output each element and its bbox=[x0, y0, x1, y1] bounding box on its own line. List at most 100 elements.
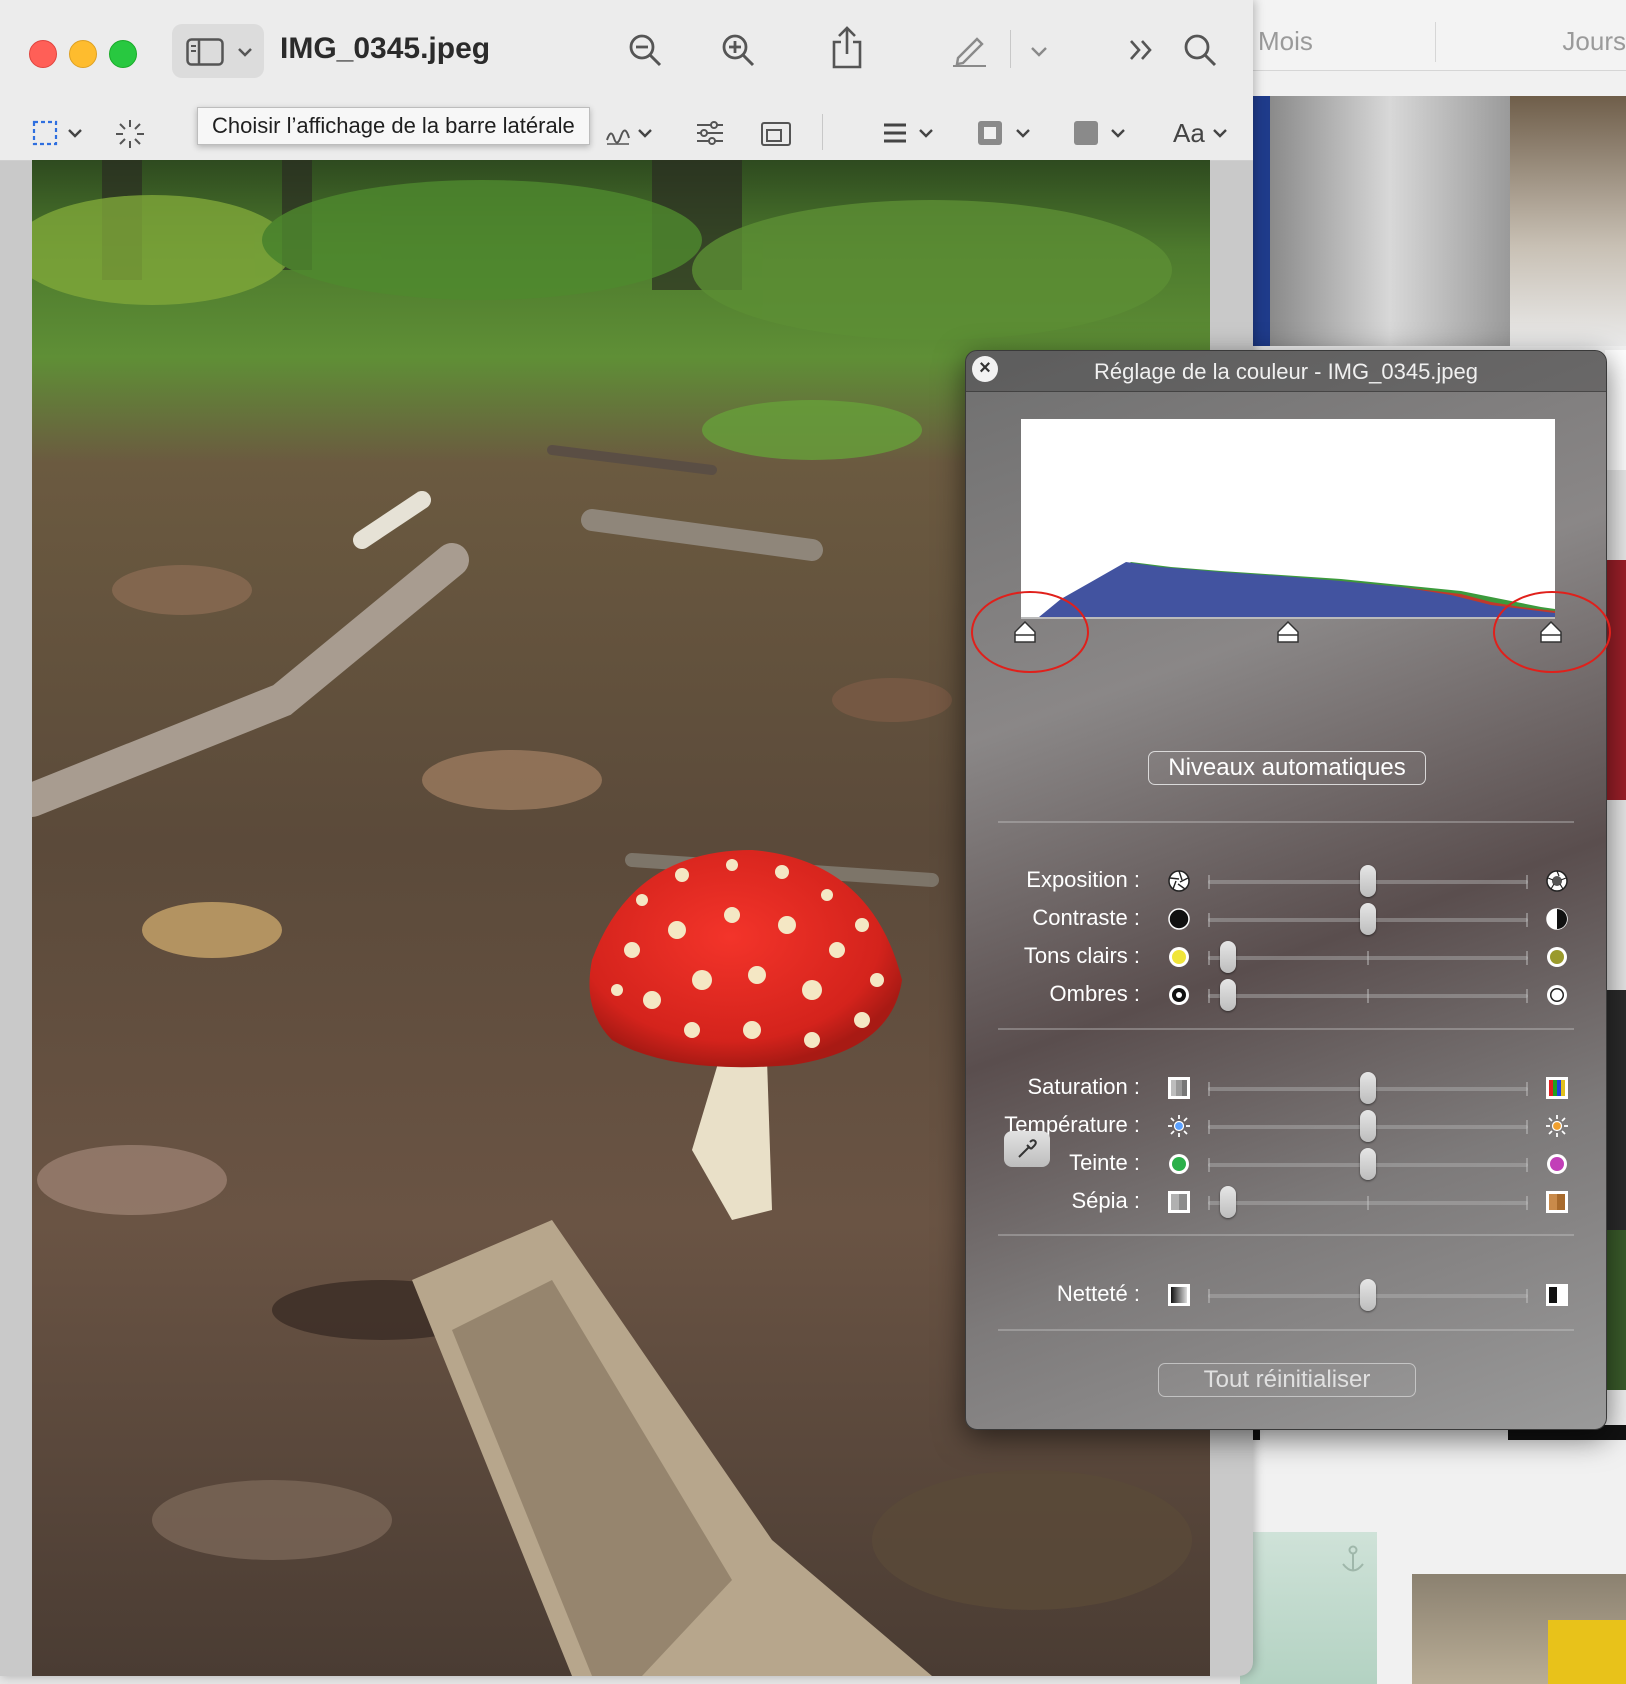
highlight-ring-white-point bbox=[1493, 591, 1611, 673]
photo-thumbnail[interactable] bbox=[1605, 350, 1626, 470]
photo-thumbnail[interactable] bbox=[1548, 1620, 1626, 1684]
photo-thumbnail[interactable] bbox=[1605, 1230, 1626, 1390]
slider-knob[interactable] bbox=[1360, 1148, 1376, 1180]
circle-black-icon[interactable] bbox=[1167, 907, 1191, 931]
slider-knob[interactable] bbox=[1219, 1186, 1236, 1218]
more-toolbar-items-icon[interactable] bbox=[1128, 38, 1156, 62]
anchor-icon bbox=[1342, 1545, 1364, 1572]
slider-knob[interactable] bbox=[1360, 1072, 1376, 1104]
window-zoom-button[interactable] bbox=[109, 40, 137, 68]
slider-row-température: Température : bbox=[966, 1108, 1606, 1144]
circle-green-icon[interactable] bbox=[1167, 1152, 1191, 1176]
toolbar-separator bbox=[822, 114, 823, 150]
slider-label: Netteté : bbox=[1056, 1281, 1140, 1306]
slider-row-contraste: Contraste : bbox=[966, 901, 1606, 937]
chevron-down-icon[interactable] bbox=[1212, 128, 1228, 140]
zoom-in-icon[interactable] bbox=[720, 32, 756, 68]
sidebar-toggle-button[interactable] bbox=[172, 24, 264, 78]
slider-knob[interactable] bbox=[1360, 903, 1376, 935]
window-minimize-button[interactable] bbox=[69, 40, 97, 68]
slider-knob[interactable] bbox=[1219, 979, 1236, 1011]
eyedropper-button[interactable] bbox=[1004, 1131, 1050, 1167]
chevron-down-icon[interactable] bbox=[1030, 46, 1048, 58]
slider-row-ombres: Ombres : bbox=[966, 977, 1606, 1013]
window-close-button[interactable] bbox=[29, 40, 57, 68]
slider-tick bbox=[1208, 1082, 1210, 1096]
sepia-low-icon[interactable] bbox=[1167, 1190, 1191, 1214]
slider-tick bbox=[1367, 1196, 1369, 1210]
sepia-high-icon[interactable] bbox=[1545, 1190, 1569, 1214]
fill-color-icon[interactable] bbox=[1072, 119, 1100, 147]
tab-separator bbox=[1435, 22, 1436, 62]
circle-half-icon[interactable] bbox=[1545, 907, 1569, 931]
circle-yellow-icon[interactable] bbox=[1167, 945, 1191, 969]
instant-alpha-icon[interactable] bbox=[114, 118, 146, 150]
border-color-icon[interactable] bbox=[976, 119, 1004, 147]
slider-tick bbox=[1526, 1120, 1528, 1134]
slider-knob[interactable] bbox=[1219, 941, 1236, 973]
slider-track[interactable] bbox=[1208, 1196, 1528, 1210]
adjust-size-icon[interactable] bbox=[760, 120, 792, 148]
slider-knob[interactable] bbox=[1360, 1110, 1376, 1142]
photo-thumbnail[interactable] bbox=[1605, 560, 1626, 800]
chevron-down-icon[interactable] bbox=[918, 128, 934, 140]
slider-knob[interactable] bbox=[1360, 865, 1376, 897]
photo-thumbnail[interactable] bbox=[1510, 96, 1626, 346]
color-adjustment-panel: × Réglage de la couleur - IMG_0345.jpeg … bbox=[965, 350, 1607, 1430]
photo-thumbnail[interactable] bbox=[1270, 96, 1510, 346]
saturation-high-icon[interactable] bbox=[1545, 1076, 1569, 1100]
panel-divider bbox=[998, 1329, 1574, 1331]
slider-row-exposition: Exposition : bbox=[966, 863, 1606, 899]
shape-style-icon[interactable] bbox=[882, 121, 908, 145]
circle-dot-icon[interactable] bbox=[1167, 983, 1191, 1007]
chevron-down-icon[interactable] bbox=[1110, 128, 1126, 140]
adjust-color-icon[interactable] bbox=[695, 120, 725, 146]
slider-tick bbox=[1367, 951, 1369, 965]
photo-thumbnail[interactable] bbox=[1605, 470, 1626, 560]
search-icon[interactable] bbox=[1182, 32, 1218, 68]
share-icon[interactable] bbox=[830, 26, 864, 70]
aperture-open-icon[interactable] bbox=[1545, 869, 1569, 893]
slider-track[interactable] bbox=[1208, 989, 1528, 1003]
photo-thumbnail[interactable] bbox=[1605, 800, 1626, 990]
tab-months[interactable]: Mois bbox=[1258, 26, 1313, 57]
highlight-ring-black-point bbox=[971, 591, 1089, 673]
sun-blue-icon[interactable] bbox=[1167, 1114, 1191, 1138]
signature-icon[interactable] bbox=[605, 124, 631, 146]
slider-row-teinte: Teinte : bbox=[966, 1146, 1606, 1182]
slider-tick bbox=[1526, 1289, 1528, 1303]
slider-track[interactable] bbox=[1208, 951, 1528, 965]
slider-label: Teinte : bbox=[1069, 1150, 1140, 1175]
sun-orange-icon[interactable] bbox=[1545, 1114, 1569, 1138]
zoom-out-icon[interactable] bbox=[627, 32, 663, 68]
saturation-low-icon[interactable] bbox=[1167, 1076, 1191, 1100]
slider-knob[interactable] bbox=[1360, 1279, 1376, 1311]
slider-tick bbox=[1208, 913, 1210, 927]
markup-pen-icon[interactable] bbox=[950, 30, 988, 68]
auto-levels-button[interactable]: Niveaux automatiques bbox=[1148, 751, 1426, 785]
histogram-gamma-handle[interactable] bbox=[1277, 621, 1299, 643]
photo-thumbnail[interactable] bbox=[1605, 990, 1626, 1230]
sharpness-high-icon[interactable] bbox=[1545, 1283, 1569, 1307]
slider-label: Tons clairs : bbox=[1023, 943, 1140, 968]
slider-tick bbox=[1526, 1196, 1528, 1210]
chevron-down-icon[interactable] bbox=[67, 128, 83, 140]
circle-magenta-icon[interactable] bbox=[1545, 1152, 1569, 1176]
reset-all-button[interactable]: Tout réinitialiser bbox=[1158, 1363, 1416, 1397]
panel-divider bbox=[998, 821, 1574, 823]
rectangular-selection-icon[interactable] bbox=[32, 120, 58, 146]
chevron-down-icon[interactable] bbox=[637, 128, 653, 140]
circle-white-icon[interactable] bbox=[1545, 983, 1569, 1007]
slider-row-netteté: Netteté : bbox=[966, 1277, 1606, 1313]
text-style-button[interactable]: Aa bbox=[1173, 118, 1205, 149]
slider-tick bbox=[1208, 989, 1210, 1003]
chevron-down-icon[interactable] bbox=[1015, 128, 1031, 140]
toolbar-separator bbox=[1010, 30, 1011, 68]
slider-label: Exposition : bbox=[1026, 867, 1140, 892]
tab-days[interactable]: Jours bbox=[1562, 26, 1626, 57]
circle-olive-icon[interactable] bbox=[1545, 945, 1569, 969]
sharpness-low-icon[interactable] bbox=[1167, 1283, 1191, 1307]
aperture-closed-icon[interactable] bbox=[1167, 869, 1191, 893]
panel-divider bbox=[998, 1028, 1574, 1030]
sidebar-tooltip: Choisir l’affichage de la barre latérale bbox=[197, 107, 590, 145]
